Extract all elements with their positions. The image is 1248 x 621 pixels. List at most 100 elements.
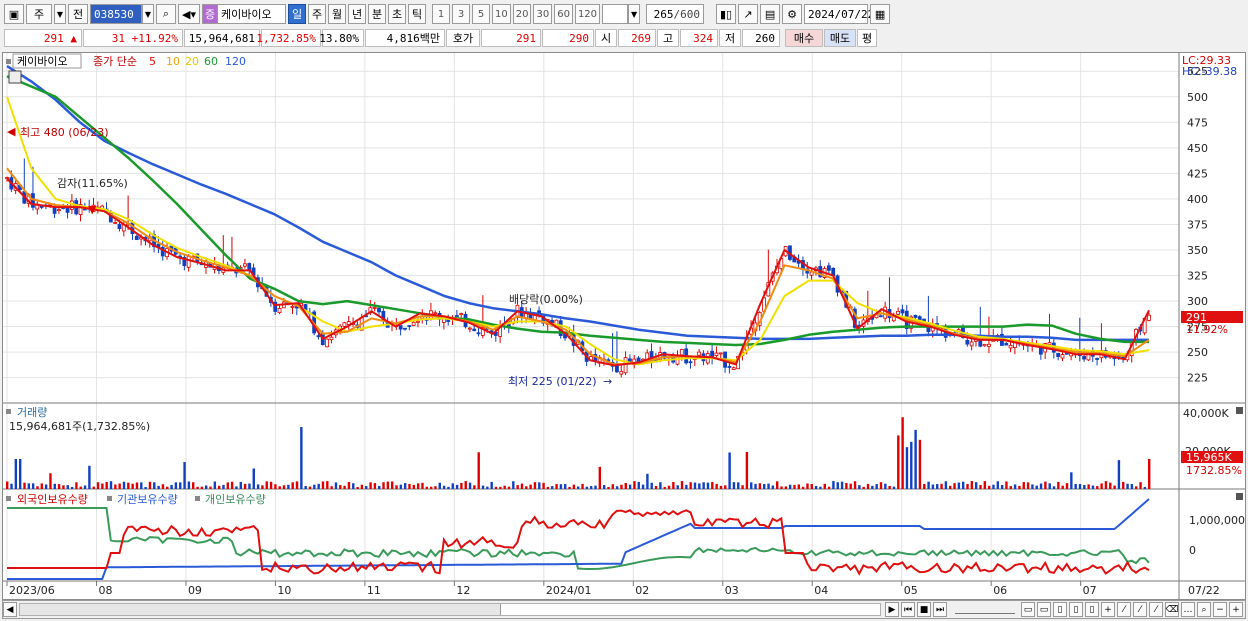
eval-button[interactable]: 평: [857, 29, 877, 47]
tab-main[interactable]: 주: [26, 4, 52, 24]
volume-bar: [166, 486, 169, 489]
x-tick-label: 07: [1083, 584, 1097, 597]
sell-button[interactable]: 매도: [824, 29, 856, 47]
chart-area[interactable]: 225 250 275 300 325 350 375 400 425 450 475 500 525 2…: [2, 52, 1246, 600]
volume-bar: [96, 482, 100, 489]
period-second[interactable]: 초: [388, 4, 406, 24]
holdings-close-icon[interactable]: [1236, 493, 1243, 500]
more-tools-icon[interactable]: …: [1181, 602, 1195, 617]
fib-tool-icon[interactable]: ⁄: [1133, 602, 1147, 617]
volume-bar: [339, 485, 342, 489]
interval-3[interactable]: 3: [452, 4, 470, 24]
layout-2-icon[interactable]: ▭: [1037, 602, 1051, 617]
window-icon[interactable]: ▣: [4, 4, 24, 24]
count-input[interactable]: 265/600: [646, 4, 705, 24]
layout-3-icon[interactable]: ▯: [1053, 602, 1067, 617]
draw-tool-icon[interactable]: ↗: [738, 4, 759, 24]
volume-bar: [352, 483, 355, 489]
interval-20[interactable]: 20: [512, 4, 532, 24]
volume-bar: [568, 486, 571, 489]
volume-bar: [235, 486, 238, 489]
line-tool-icon[interactable]: ⁄: [1117, 602, 1131, 617]
volume-bar: [741, 485, 744, 489]
volume-bar: [269, 481, 273, 489]
volume-bar: [347, 482, 351, 489]
y-tick-label: 225: [1187, 372, 1208, 385]
volume-bar: [1035, 485, 1038, 489]
volume-layer: [6, 417, 1151, 489]
volume-bar: [326, 481, 329, 489]
layout-5-icon[interactable]: ▯: [1085, 602, 1099, 617]
period-year[interactable]: 년: [348, 4, 366, 24]
scroll-left-icon[interactable]: ◀: [3, 602, 17, 617]
fast-forward-icon[interactable]: ⏭: [933, 602, 947, 617]
volume-bar: [477, 452, 480, 489]
chart-canvas[interactable]: 2252502753003253503754004254504755005252…: [3, 53, 1245, 599]
ruler-tool-icon[interactable]: ⁄: [1149, 602, 1163, 617]
volume-bar: [408, 483, 411, 489]
candle-body: [1004, 343, 1009, 346]
period-day[interactable]: 일: [288, 4, 306, 24]
eraser-icon[interactable]: ⌫: [1165, 602, 1179, 617]
interval-60[interactable]: 60: [554, 4, 573, 24]
volume-bar: [983, 481, 987, 489]
layout-4-icon[interactable]: ▯: [1069, 602, 1083, 617]
search-icon[interactable]: ⌕: [156, 4, 176, 24]
scroll-track[interactable]: [19, 603, 881, 616]
interval-custom-input[interactable]: [602, 4, 629, 24]
tab-main-dropdown-icon[interactable]: ▼: [54, 4, 66, 24]
volume-bar: [1130, 484, 1134, 489]
volume-bar: [1009, 486, 1012, 489]
volume-bar: [1096, 486, 1099, 489]
stock-code-input[interactable]: 038530: [90, 4, 142, 24]
speaker-icon[interactable]: ◀▾: [178, 4, 200, 24]
date-input[interactable]: 2024/07/22: [804, 4, 874, 24]
interval-30[interactable]: 30: [533, 4, 553, 24]
volume-bar: [1013, 484, 1017, 489]
interval-120[interactable]: 120: [574, 4, 601, 24]
volume-bar: [1039, 483, 1043, 489]
zoom-out-icon[interactable]: −: [1213, 602, 1227, 617]
volume-bar: [953, 483, 956, 489]
tab-all[interactable]: 전: [68, 4, 88, 24]
zoom-in-icon[interactable]: +: [1229, 602, 1243, 617]
interval-1[interactable]: 1: [432, 4, 450, 24]
period-minute[interactable]: 분: [368, 4, 386, 24]
turnover-cell: 13.80%: [319, 29, 364, 47]
volume-bar: [66, 485, 69, 489]
buy-button[interactable]: 매수: [785, 29, 823, 47]
scroll-right-icon[interactable]: ▶: [885, 602, 899, 617]
layout-1-icon[interactable]: ▭: [1021, 602, 1035, 617]
volume-bar: [455, 484, 459, 489]
volume-bar: [719, 485, 723, 489]
period-tick[interactable]: 틱: [408, 4, 426, 24]
speed-slider[interactable]: [955, 605, 1015, 614]
candle-icon[interactable]: ▮▯: [716, 4, 737, 24]
rewind-icon[interactable]: ⏮: [901, 602, 915, 617]
x-tick-label: 04: [814, 584, 828, 597]
crosshair-icon[interactable]: +: [1101, 602, 1115, 617]
save-icon[interactable]: ▤: [760, 4, 781, 24]
period-week[interactable]: 주: [308, 4, 326, 24]
settings-gear-icon[interactable]: ⚙: [782, 4, 803, 24]
date-value: 2024/07/22: [808, 7, 875, 21]
interval-5[interactable]: 5: [472, 4, 490, 24]
scroll-thumb[interactable]: [500, 604, 880, 615]
period-month-label: 월: [331, 8, 343, 21]
calendar-icon[interactable]: ▦: [870, 4, 891, 24]
interval-10[interactable]: 10: [492, 4, 511, 24]
calendar-grid-icon[interactable]: [8, 70, 22, 84]
volume-close-icon[interactable]: [1236, 407, 1243, 414]
tab-all-label: 전: [72, 8, 84, 21]
zoom-icon[interactable]: ⌕: [1197, 602, 1211, 617]
stop-icon[interactable]: ■: [917, 602, 931, 617]
bottom-scrollbar[interactable]: ◀ ▶ ⏮ ■ ⏭ ▭ ▭ ▯ ▯ ▯ + ⁄ ⁄ ⁄ ⌫ … ⌕ − +: [2, 600, 1246, 619]
period-month[interactable]: 월: [328, 4, 346, 24]
volume-bar: [79, 486, 82, 489]
volume-bar: [490, 481, 493, 489]
buy-label: 매수: [793, 32, 815, 45]
interval-dropdown-icon[interactable]: ▼: [628, 4, 641, 24]
volume-bar: [546, 486, 550, 489]
volume-bar: [481, 485, 485, 489]
stock-code-dropdown-icon[interactable]: ▼: [142, 4, 154, 24]
